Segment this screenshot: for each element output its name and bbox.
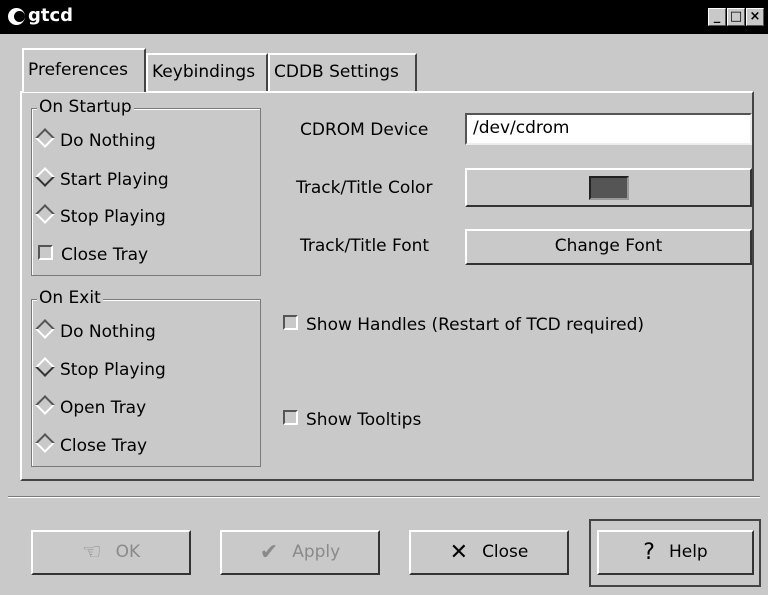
track-title-color-label: Track/Title Color [296,178,433,198]
radio-icon [35,128,55,148]
close-button[interactable]: ✕ Close [409,530,569,575]
tab-preferences[interactable]: Preferences [22,48,146,92]
tab-cddb-settings[interactable]: CDDB Settings [268,53,417,91]
track-title-color-button[interactable] [465,168,752,207]
x-icon: ✕ [449,540,469,565]
ok-button[interactable]: ☜ OK [31,530,191,575]
radio-selected-icon [35,167,55,187]
startup-start-playing-radio[interactable]: Start Playing [35,167,169,190]
close-window-icon[interactable]: × [746,8,764,26]
separator [8,496,760,498]
question-icon: ? [643,540,655,565]
startup-do-nothing-radio[interactable]: Do Nothing [35,128,156,151]
radio-selected-icon [35,357,55,377]
cdrom-device-input[interactable]: /dev/cdrom [465,113,752,145]
window-title: gtcd [28,5,74,26]
exit-do-nothing-radio[interactable]: Do Nothing [35,319,156,342]
tab-keybindings[interactable]: Keybindings [146,53,268,91]
startup-close-tray-checkbox[interactable]: Close Tray [38,245,148,265]
startup-stop-playing-radio[interactable]: Stop Playing [35,204,166,227]
help-button[interactable]: ? Help [597,530,754,575]
checkbox-icon [283,315,298,330]
exit-open-tray-radio[interactable]: Open Tray [35,395,146,418]
hand-icon: ☜ [81,540,102,565]
checkmark-icon: ✔ [259,540,279,565]
show-handles-checkbox[interactable]: Show Handles (Restart of TCD required) [283,315,644,335]
radio-icon [35,395,55,415]
change-font-button[interactable]: Change Font [465,229,752,265]
cdrom-device-label: CDROM Device [300,120,429,140]
radio-icon [35,433,55,453]
exit-stop-playing-radio[interactable]: Stop Playing [35,357,166,380]
show-tooltips-checkbox[interactable]: Show Tooltips [283,410,421,430]
radio-icon [35,319,55,339]
checkbox-icon [283,410,298,425]
apply-button[interactable]: ✔ Apply [220,530,380,575]
exit-close-tray-radio[interactable]: Close Tray [35,433,147,456]
track-title-font-label: Track/Title Font [300,236,430,256]
on-exit-label: On Exit [37,288,103,308]
on-startup-label: On Startup [37,97,134,117]
color-swatch [588,176,629,200]
radio-icon [35,204,55,224]
minimize-icon[interactable]: _ [708,8,726,26]
app-icon[interactable] [8,8,25,25]
checkbox-icon [38,245,53,260]
maximize-icon[interactable]: □ [727,8,745,26]
title-bar[interactable]: gtcd _ □ × [0,0,768,34]
